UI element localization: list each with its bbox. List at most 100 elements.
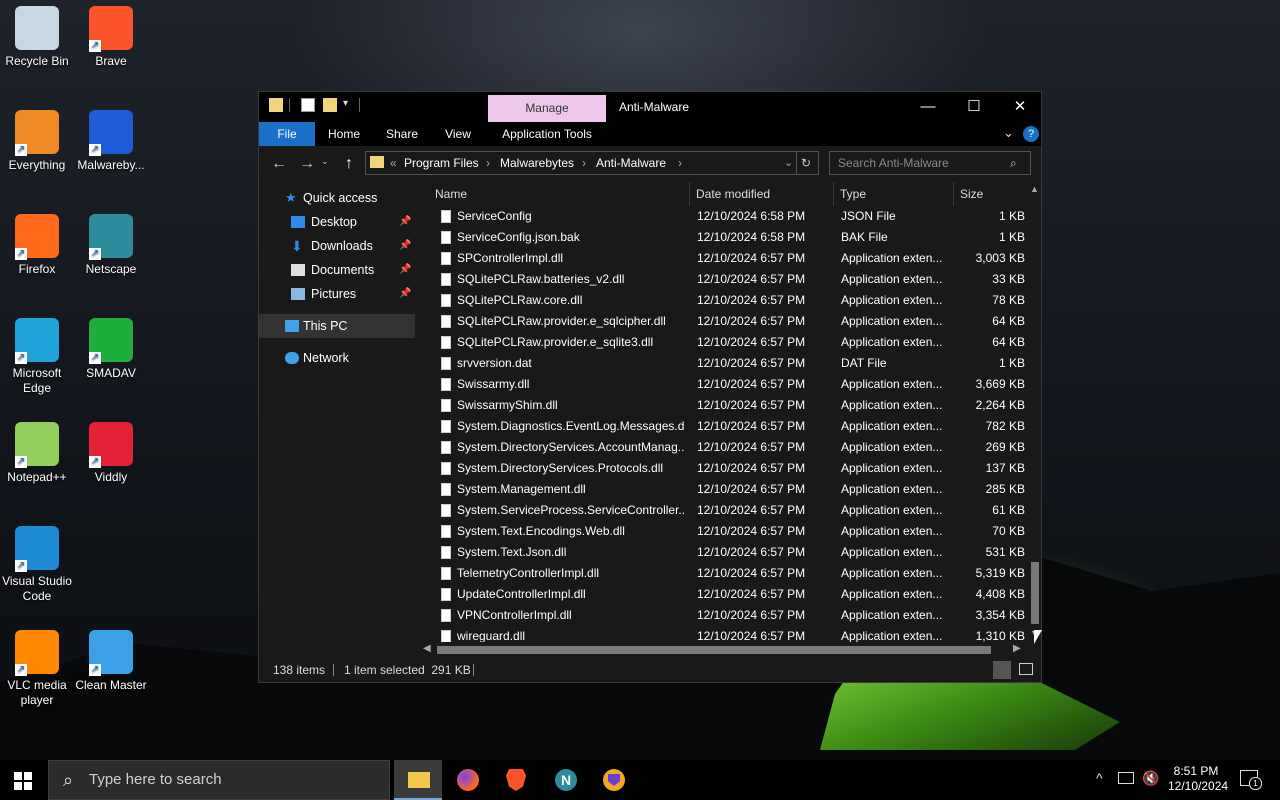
taskbar-netscape[interactable]: N (542, 760, 590, 800)
pin-icon[interactable]: 📌 (399, 282, 411, 306)
qat-dropdown-icon[interactable]: ▾ (343, 98, 348, 109)
taskbar-file-explorer[interactable] (394, 760, 442, 800)
file-row[interactable]: System.DirectoryServices.Protocols.dll 12… (421, 458, 1033, 479)
horizontal-scroll-thumb[interactable] (437, 646, 991, 654)
nav-documents[interactable]: Documents 📌 (259, 258, 415, 282)
large-icons-view-icon[interactable] (1019, 663, 1033, 675)
taskbar-brave[interactable] (492, 760, 540, 800)
nav-this-pc[interactable]: This PC (259, 314, 415, 338)
title-bar[interactable]: ▾ Manage Anti-Malware — ☐ ✕ (259, 92, 1041, 122)
desktop-icon[interactable]: ↗ Microsoft Edge (0, 318, 74, 396)
file-row[interactable]: SQLitePCLRaw.batteries_v2.dll 12/10/2024 … (421, 269, 1033, 290)
column-header-type[interactable]: Type (840, 184, 866, 204)
desktop-icon[interactable]: ↗ Visual Studio Code (0, 526, 74, 604)
desktop-icon[interactable]: ↗ SMADAV (74, 318, 148, 381)
file-row[interactable]: System.ServiceProcess.ServiceController.… (421, 500, 1033, 521)
address-dropdown-icon[interactable]: ⌄ (784, 152, 793, 174)
file-row[interactable]: SQLitePCLRaw.provider.e_sqlcipher.dll 12/… (421, 311, 1033, 332)
file-row[interactable]: SQLitePCLRaw.core.dll 12/10/2024 6:57 PM A… (421, 290, 1033, 311)
vertical-scroll-thumb[interactable] (1031, 562, 1039, 624)
nav-network[interactable]: Network (259, 346, 415, 370)
desktop-icon[interactable]: ↗ Notepad++ (0, 422, 74, 485)
maximize-button[interactable]: ☐ (951, 92, 997, 122)
file-row[interactable]: System.Management.dll 12/10/2024 6:57 PM A… (421, 479, 1033, 500)
file-row[interactable]: ServiceConfig.json.bak 12/10/2024 6:58 PM… (421, 227, 1033, 248)
nav-downloads[interactable]: ⬇ Downloads 📌 (259, 234, 415, 258)
refresh-icon[interactable]: ↻ (801, 152, 811, 174)
file-row[interactable]: System.Text.Encodings.Web.dll 12/10/2024 … (421, 521, 1033, 542)
desktop-icon[interactable]: ↗ Brave (74, 6, 148, 69)
desktop-icon[interactable]: ↗ Malwareby... (74, 110, 148, 173)
taskbar-search-input[interactable]: Type here to search (89, 761, 222, 799)
horizontal-scrollbar[interactable]: ◀ ▶ (421, 642, 1029, 658)
scroll-right-icon[interactable]: ▶ (1013, 643, 1021, 654)
address-bar[interactable]: « Program Files › Malwarebytes › Anti-Ma… (365, 151, 819, 175)
file-row[interactable]: ServiceConfig 12/10/2024 6:58 PM JSON File… (421, 206, 1033, 227)
action-center-icon[interactable]: 1 (1240, 770, 1262, 790)
search-icon[interactable]: ⌕ (1010, 152, 1017, 174)
breadcrumb-anti-malware[interactable]: Anti-Malware (596, 152, 666, 174)
back-arrow-icon[interactable]: ← (271, 155, 287, 173)
breadcrumb-overflow[interactable]: « (390, 152, 397, 174)
desktop-icon[interactable]: Recycle Bin (0, 6, 74, 69)
file-row[interactable]: SQLitePCLRaw.provider.e_sqlite3.dll 12/10… (421, 332, 1033, 353)
breadcrumb-separator-icon[interactable]: › (486, 152, 490, 174)
column-divider[interactable] (833, 182, 834, 206)
pin-icon[interactable]: 📌 (399, 258, 411, 282)
expand-ribbon-icon[interactable]: ⌄ (1003, 125, 1014, 141)
forward-arrow-icon[interactable]: → (299, 155, 315, 173)
taskbar-vpn[interactable] (590, 760, 638, 800)
column-header-date[interactable]: Date modified (696, 184, 770, 204)
new-folder-icon[interactable] (323, 98, 337, 112)
scroll-left-icon[interactable]: ◀ (423, 643, 431, 654)
tab-home[interactable]: Home (319, 122, 369, 146)
pin-icon[interactable]: 📌 (399, 234, 411, 258)
breadcrumb-malwarebytes[interactable]: Malwarebytes (500, 152, 574, 174)
desktop-icon[interactable]: ↗ VLC media player (0, 630, 74, 708)
tab-view[interactable]: View (433, 122, 483, 146)
breadcrumb-separator-icon[interactable]: › (678, 152, 682, 174)
taskbar-search[interactable]: ⌕ Type here to search (48, 760, 390, 800)
desktop-icon[interactable]: ↗ Viddly (74, 422, 148, 485)
search-box[interactable]: Search Anti-Malware ⌕ (829, 151, 1031, 175)
tab-application-tools[interactable]: Application Tools (489, 122, 605, 146)
file-row[interactable]: UpdateControllerImpl.dll 12/10/2024 6:57 … (421, 584, 1033, 605)
file-row[interactable]: Swissarmy.dll 12/10/2024 6:57 PM Applicati… (421, 374, 1033, 395)
scroll-up-icon[interactable]: ▲ (1030, 184, 1039, 194)
search-input[interactable]: Search Anti-Malware (838, 152, 949, 174)
tab-share[interactable]: Share (375, 122, 429, 146)
details-view-icon[interactable] (993, 661, 1011, 679)
column-header-size[interactable]: Size (960, 184, 983, 204)
nav-pictures[interactable]: Pictures 📌 (259, 282, 415, 306)
file-row[interactable]: SPControllerImpl.dll 12/10/2024 6:57 PM Ap… (421, 248, 1033, 269)
up-arrow-icon[interactable]: ↑ (345, 155, 353, 173)
file-row[interactable]: System.Diagnostics.EventLog.Messages.dll… (421, 416, 1033, 437)
help-icon[interactable]: ? (1023, 126, 1039, 142)
start-button[interactable] (14, 772, 32, 790)
file-row[interactable]: VPNControllerImpl.dll 12/10/2024 6:57 PM A… (421, 605, 1033, 626)
column-divider[interactable] (953, 182, 954, 206)
recent-dropdown-icon[interactable]: ⌄ (321, 156, 329, 167)
volume-muted-icon[interactable]: 🔇 (1142, 770, 1159, 787)
minimize-button[interactable]: — (905, 92, 951, 122)
desktop-icon[interactable]: ↗ Clean Master (74, 630, 148, 693)
breadcrumb-program-files[interactable]: Program Files (404, 152, 479, 174)
column-divider[interactable] (689, 182, 690, 206)
file-row[interactable]: System.Text.Json.dll 12/10/2024 6:57 PM Ap… (421, 542, 1033, 563)
nav-desktop[interactable]: Desktop 📌 (259, 210, 415, 234)
file-row[interactable]: SwissarmyShim.dll 12/10/2024 6:57 PM Appli… (421, 395, 1033, 416)
nav-quick-access[interactable]: ★ Quick access (259, 186, 415, 210)
desktop-icon[interactable]: ↗ Everything (0, 110, 74, 173)
file-row[interactable]: TelemetryControllerImpl.dll 12/10/2024 6:… (421, 563, 1033, 584)
file-row[interactable]: System.DirectoryServices.AccountManag...… (421, 437, 1033, 458)
pin-icon[interactable]: 📌 (399, 210, 411, 234)
clock[interactable]: 8:51 PM 12/10/2024 (1168, 764, 1228, 794)
breadcrumb-separator-icon[interactable]: › (582, 152, 586, 174)
column-header-name[interactable]: Name (435, 184, 467, 204)
file-row[interactable]: wireguard.dll 12/10/2024 6:57 PM Applicati… (421, 626, 1033, 642)
close-button[interactable]: ✕ (997, 92, 1043, 122)
file-row[interactable]: srvversion.dat 12/10/2024 6:57 PM DAT File… (421, 353, 1033, 374)
taskbar-firefox[interactable] (444, 760, 492, 800)
vertical-scrollbar[interactable]: ▲ ▼ (1029, 182, 1041, 642)
tab-file[interactable]: File (259, 122, 315, 146)
